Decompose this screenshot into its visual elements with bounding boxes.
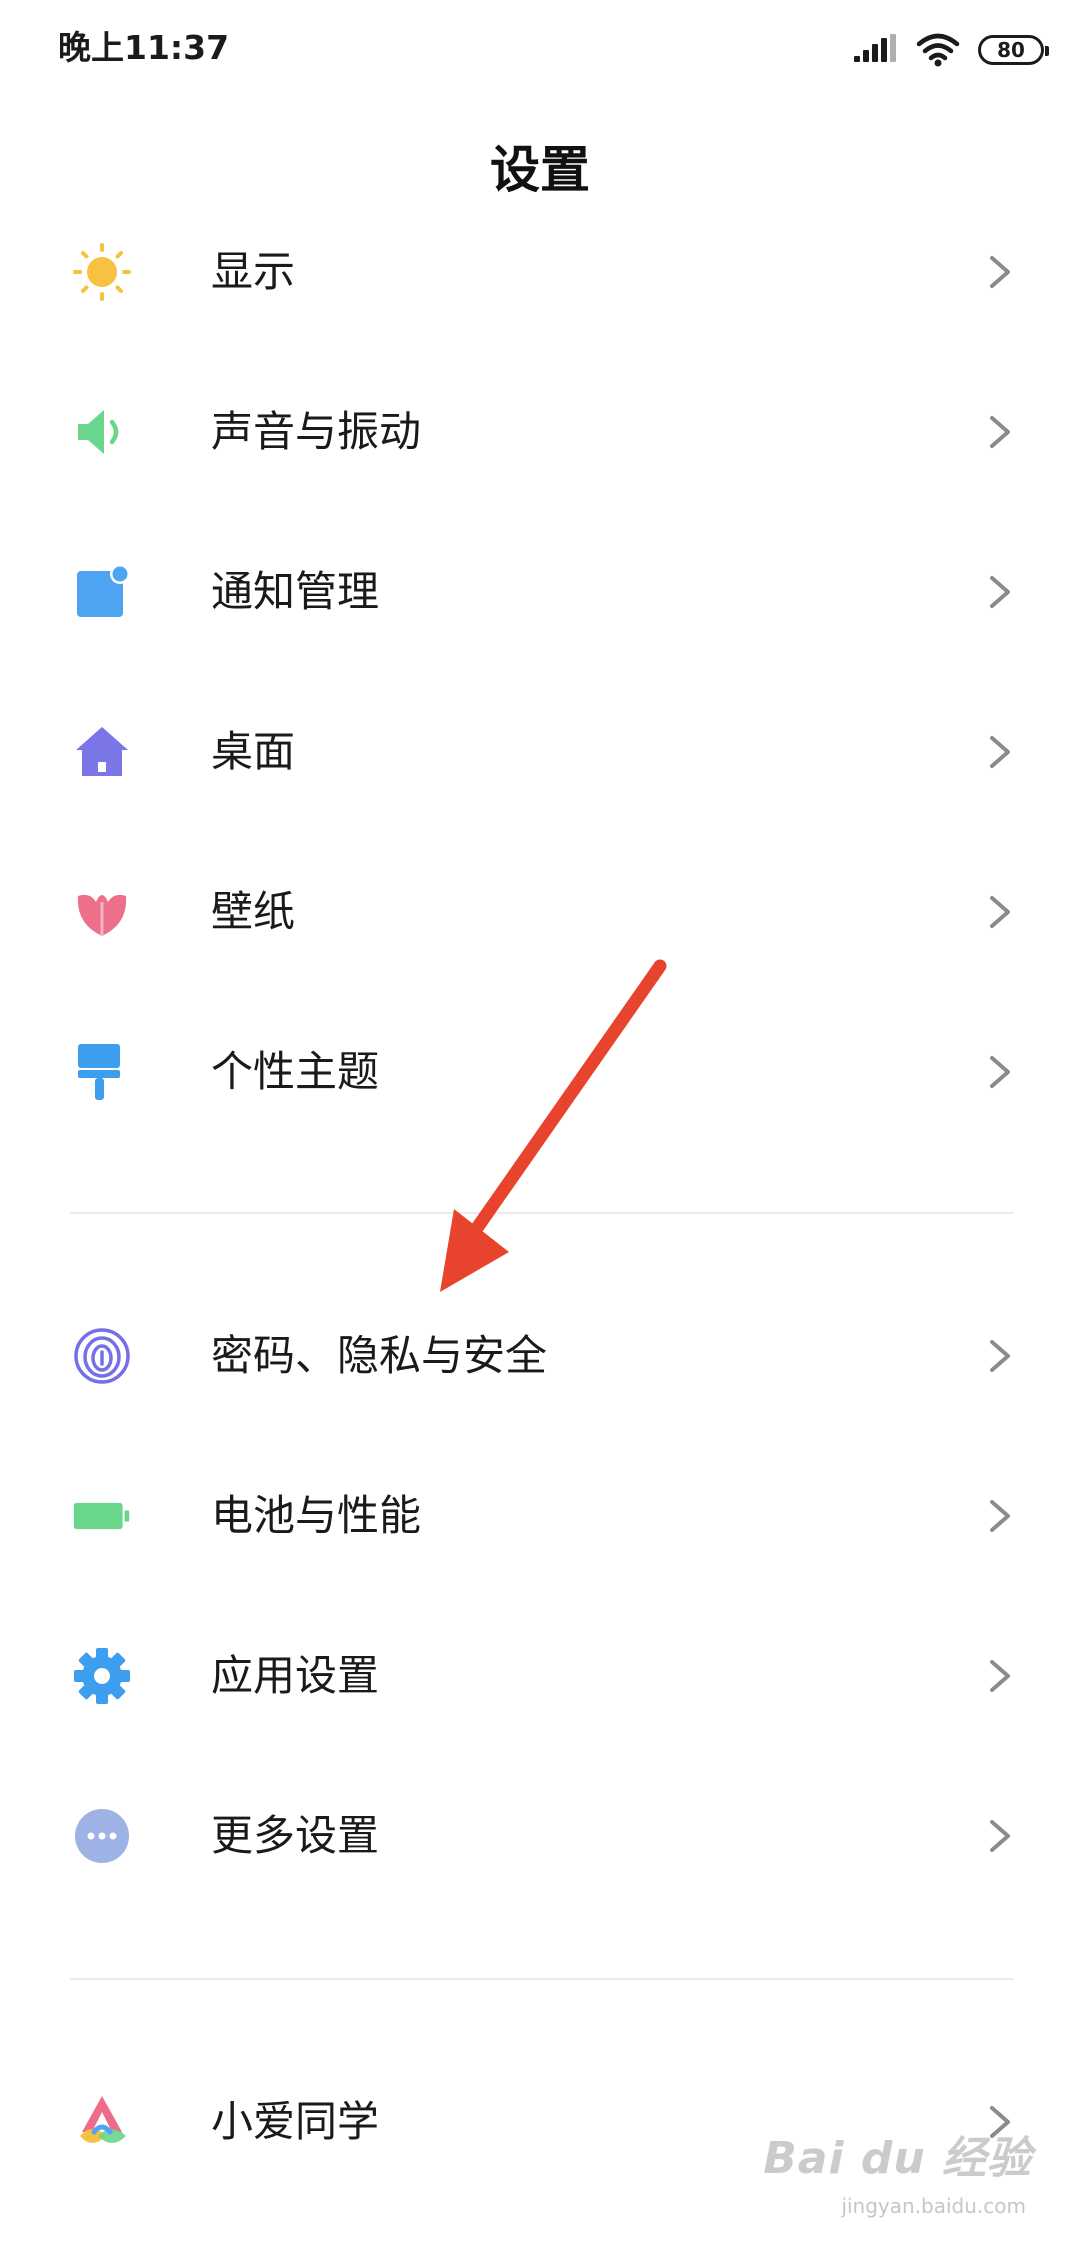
chevron-right-icon [990,256,1010,288]
settings-item-battery[interactable]: 电池与性能 [0,1436,1080,1596]
settings-item-wallpaper[interactable]: 壁纸 [0,832,1080,992]
settings-item-display[interactable]: 显示 [0,192,1080,352]
sun-icon [72,242,132,302]
status-time: 晚上11:37 [58,28,230,67]
settings-item-apps[interactable]: 应用设置 [0,1596,1080,1756]
gear-icon [72,1646,132,1706]
settings-item-label: 密码、隐私与安全 [211,1331,548,1380]
settings-item-label: 桌面 [211,727,296,776]
settings-item-home-screen[interactable]: 桌面 [0,672,1080,832]
home-icon [72,722,132,782]
settings-item-privacy-security[interactable]: 密码、隐私与安全 [0,1276,1080,1436]
settings-item-label: 显示 [211,247,296,296]
settings-item-notifications[interactable]: 通知管理 [0,512,1080,672]
battery-indicator: 80 [978,35,1049,65]
tulip-icon [72,882,132,942]
chevron-right-icon [990,896,1010,928]
watermark-brand: Bai du 经验 [763,2133,1032,2184]
status-icons: 80 [854,30,1049,70]
fingerprint-icon [72,1326,132,1386]
notification-icon [72,562,132,622]
settings-item-label: 更多设置 [211,1811,380,1860]
settings-item-themes[interactable]: 个性主题 [0,992,1080,1152]
chevron-right-icon [990,1820,1010,1852]
settings-item-label: 电池与性能 [211,1491,422,1540]
speaker-icon [72,402,132,462]
chevron-right-icon [990,1056,1010,1088]
chevron-right-icon [990,416,1010,448]
chevron-right-icon [990,1340,1010,1372]
settings-item-sound[interactable]: 声音与振动 [0,352,1080,512]
wifi-icon [916,33,960,67]
battery-level: 80 [997,38,1025,62]
status-bar: 晚上11:37 80 [0,0,1080,100]
section-divider [70,1212,1014,1214]
section-divider [70,1978,1014,1980]
settings-item-label: 声音与振动 [211,407,422,456]
chevron-right-icon [990,736,1010,768]
watermark-url: jingyan.baidu.com [841,2194,1026,2218]
settings-item-more[interactable]: 更多设置 [0,1756,1080,1916]
battery-icon [72,1486,132,1546]
paint-brush-icon [72,1042,132,1102]
xiaoai-icon [72,2092,132,2152]
settings-item-label: 通知管理 [211,567,380,616]
settings-item-label: 小爱同学 [211,2097,380,2146]
chevron-right-icon [990,576,1010,608]
settings-item-label: 个性主题 [211,1047,380,1096]
more-icon [72,1806,132,1866]
settings-item-label: 应用设置 [211,1651,380,1700]
baidu-watermark: Bai du 经验 jingyan.baidu.com [763,2118,1032,2218]
chevron-right-icon [990,1660,1010,1692]
settings-screen: 晚上11:37 80 设置 显示 声音与振动 通知管理 桌面 壁纸 个性主题 密… [0,0,1080,2248]
signal-icon [854,34,896,62]
chevron-right-icon [990,1500,1010,1532]
settings-item-label: 壁纸 [211,887,296,936]
